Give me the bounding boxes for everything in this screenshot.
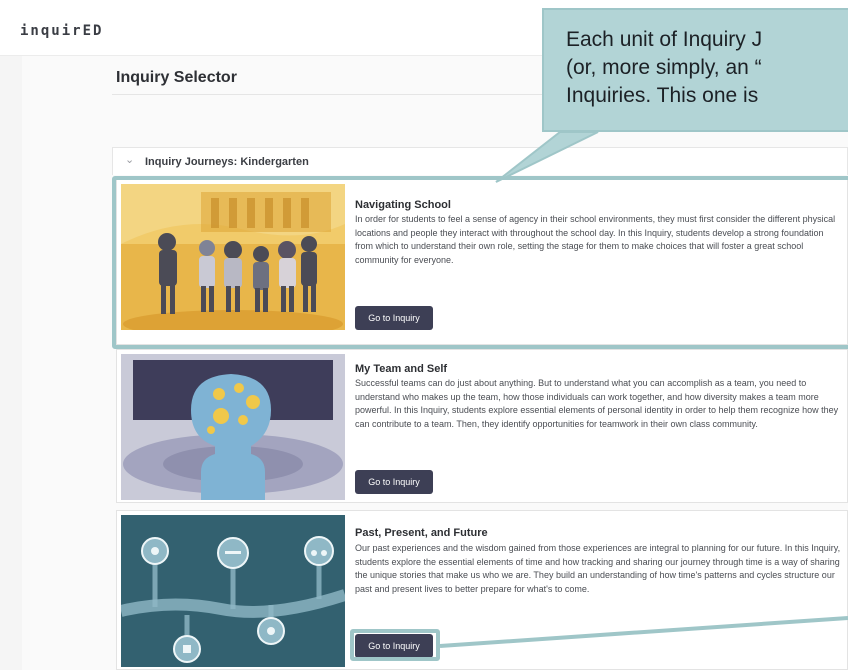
callout-pointer-bottom	[439, 616, 848, 648]
annotation-callout: Each unit of Inquiry J (or, more simply,…	[542, 8, 848, 132]
callout-line-3: Inquiries. This one is	[566, 84, 759, 107]
callout-line-1: Each unit of Inquiry J	[566, 28, 763, 51]
callout-line-2: (or, more simply, an “	[566, 56, 762, 79]
callout-pointer-top	[495, 131, 599, 183]
